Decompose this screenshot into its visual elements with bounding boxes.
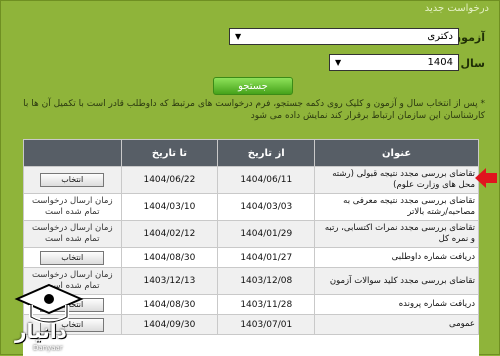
logo-brand-text: دانیار — [15, 319, 67, 343]
logo-sub-text: Danyaar — [33, 344, 63, 352]
row-from-date: 1404/06/11 — [217, 166, 316, 194]
col-title-header: عنوان — [314, 139, 479, 167]
exam-select[interactable]: ▼ دکتری — [229, 28, 459, 45]
section-title: درخواست جدید — [424, 3, 489, 14]
table-header-row: عنوان از تاریخ تا تاریخ — [23, 139, 479, 167]
table-row: عمومی 1403/07/01 1404/09/30 انتخاب — [23, 314, 479, 335]
col-action-header — [23, 139, 122, 167]
exam-select-value: دکتری — [427, 31, 453, 42]
table-row: تقاضای بررسی مجدد کلید سوالات آزمون 1403/… — [23, 267, 479, 295]
row-title: تقاضای بررسی مجدد نتیجه معرفی به مصاحبه/… — [314, 193, 479, 221]
row-to-date: 1404/03/10 — [120, 193, 219, 221]
row-to-date: 1403/12/13 — [120, 267, 219, 295]
select-button[interactable]: انتخاب — [40, 173, 105, 187]
year-select-value: 1404 — [427, 57, 453, 68]
table-row: دریافت شماره پرونده 1403/11/28 1404/08/30 ا… — [23, 294, 479, 315]
red-arrow-icon — [475, 168, 497, 188]
table-row: دریافت شماره داوطلبی 1404/01/27 1404/08/30… — [23, 247, 479, 268]
select-button[interactable]: انتخاب — [40, 250, 105, 265]
table-row: تقاضای بررسی مجدد نتیجه معرفی به مصاحبه/… — [23, 193, 479, 221]
requests-table: عنوان از تاریخ تا تاریخ تقاضای بررسی مجد… — [23, 139, 479, 356]
row-from-date: 1403/12/08 — [217, 267, 316, 295]
year-select[interactable]: ▼ 1404 — [329, 54, 459, 71]
row-to-date: 1404/08/30 — [120, 247, 219, 268]
row-to-date: 1404/02/12 — [120, 220, 219, 248]
table-row: تقاضای بررسی مجدد نمرات اکتسابی، رتبه و … — [23, 220, 479, 248]
row-to-date: 1404/06/22 — [120, 166, 219, 194]
row-title: عمومی — [314, 314, 479, 335]
row-action-cell: انتخاب — [23, 247, 122, 268]
row-expired-text: زمان ارسال درخواست تمام شده است — [23, 193, 122, 221]
table-row: تقاضای بررسی مجدد نتیجه قبولی (رشته محل … — [23, 166, 479, 194]
info-note: * پس از انتخاب سال و آزمون و کلیک روی دک… — [23, 99, 485, 121]
col-from-header: از تاریخ — [217, 139, 316, 167]
row-title: تقاضای بررسی مجدد نمرات اکتسابی، رتبه و … — [314, 220, 479, 248]
row-from-date: 1403/07/01 — [217, 314, 316, 335]
search-button[interactable]: جستجو — [213, 77, 293, 95]
row-title: دریافت شماره پرونده — [314, 294, 479, 315]
chevron-down-icon: ▼ — [335, 58, 342, 67]
row-title: دریافت شماره داوطلبی — [314, 247, 479, 268]
row-title: تقاضای بررسی مجدد نتیجه قبولی (رشته محل … — [314, 166, 479, 194]
row-from-date: 1404/01/27 — [217, 247, 316, 268]
row-from-date: 1403/11/28 — [217, 294, 316, 315]
row-from-date: 1404/03/03 — [217, 193, 316, 221]
col-to-header: تا تاریخ — [120, 139, 219, 167]
row-to-date: 1404/08/30 — [120, 294, 219, 315]
row-title: تقاضای بررسی مجدد کلید سوالات آزمون — [314, 267, 479, 295]
row-from-date: 1404/01/29 — [217, 220, 316, 248]
row-action-cell: انتخاب — [23, 166, 122, 194]
chevron-down-icon: ▼ — [235, 32, 242, 41]
year-label: سال — [460, 57, 486, 70]
row-to-date: 1404/09/30 — [120, 314, 219, 335]
row-expired-text: زمان ارسال درخواست تمام شده است — [23, 220, 122, 248]
